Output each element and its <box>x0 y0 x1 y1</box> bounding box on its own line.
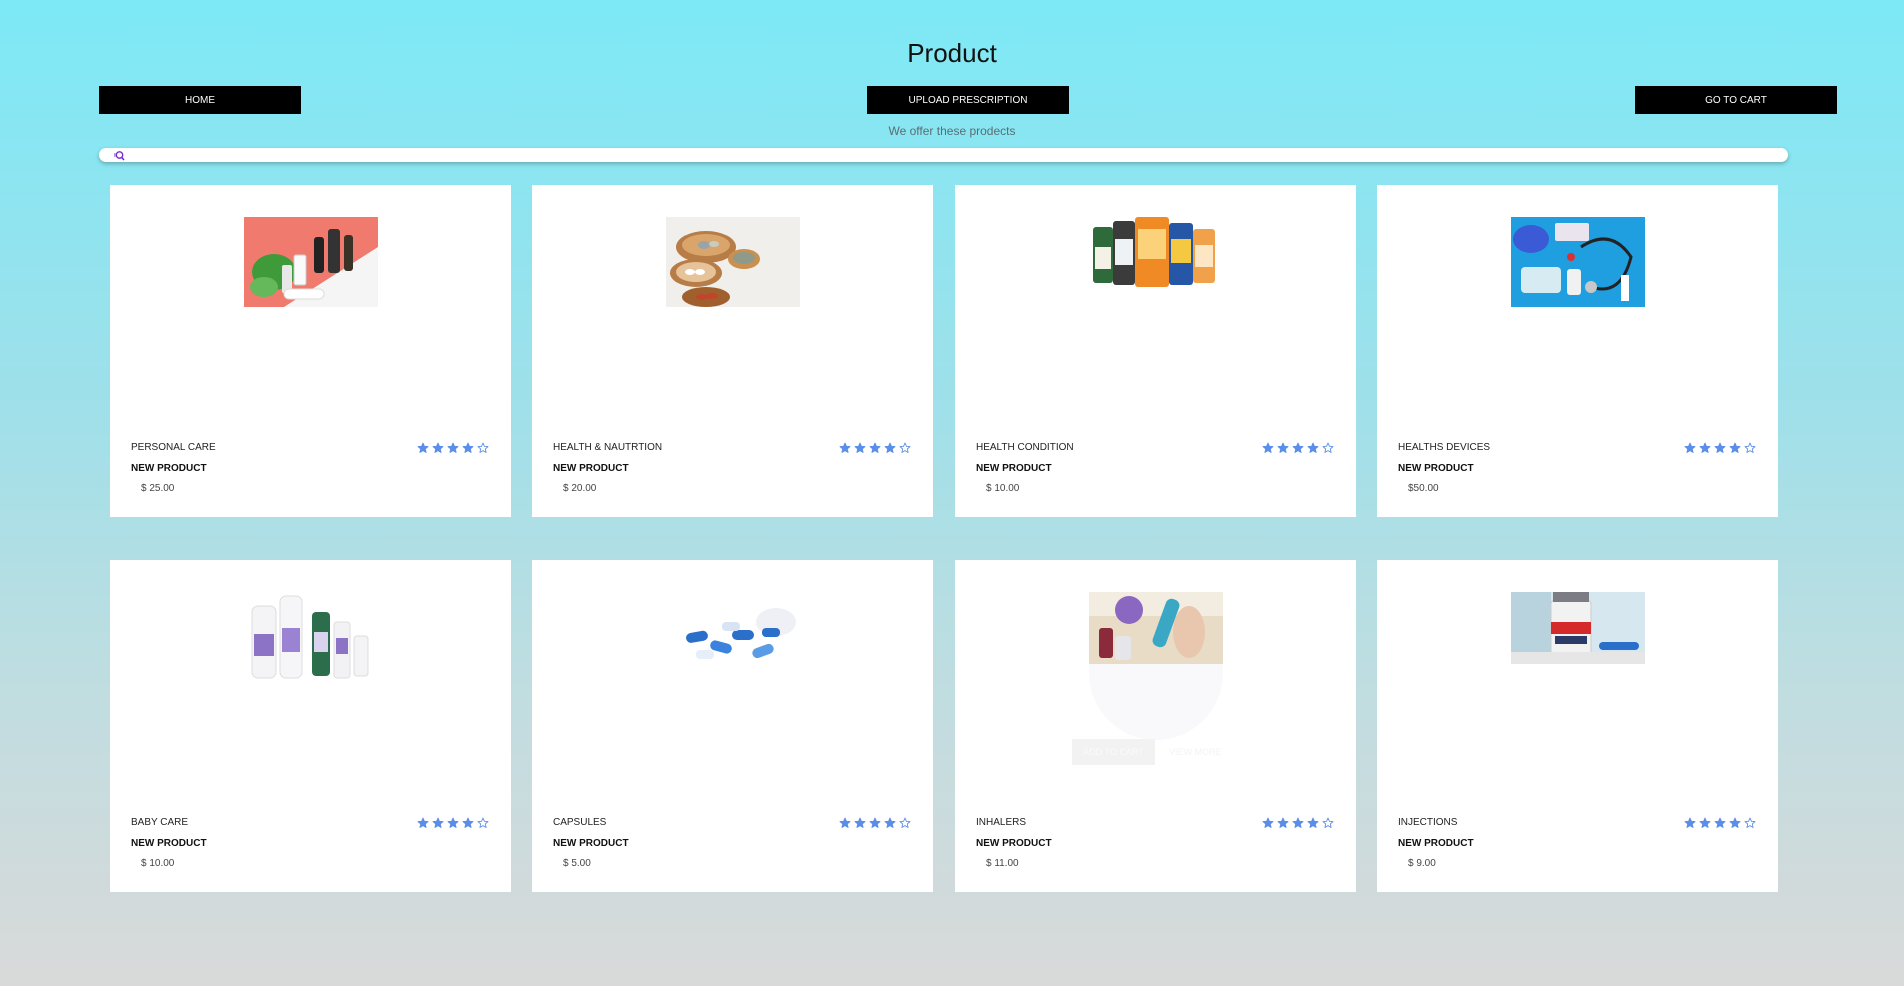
product-image <box>1510 592 1645 664</box>
new-product-badge: NEW PRODUCT <box>553 463 629 474</box>
star-filled-icon <box>854 816 866 828</box>
new-product-badge: NEW PRODUCT <box>553 838 629 849</box>
star-empty-icon <box>1744 441 1756 453</box>
product-name: HEALTHS DEVICES <box>1398 442 1491 453</box>
star-filled-icon <box>462 816 474 828</box>
product-name: INJECTIONS <box>1398 817 1458 828</box>
star-filled-icon <box>1729 816 1741 828</box>
product-image <box>1088 592 1223 664</box>
star-filled-icon <box>1307 441 1319 453</box>
product-name: INHALERS <box>976 817 1027 828</box>
product-price: $ 5.00 <box>563 858 591 869</box>
search-icon <box>113 149 125 161</box>
star-filled-icon <box>869 441 881 453</box>
product-image <box>1088 217 1223 307</box>
star-filled-icon <box>1262 816 1274 828</box>
search-input[interactable] <box>129 149 1788 161</box>
product-card[interactable]: HEALTH & NAUTRTION NEW PRODUCT $ 20.00 <box>532 185 933 517</box>
new-product-badge: NEW PRODUCT <box>976 463 1052 474</box>
product-price: $50.00 <box>1408 483 1439 494</box>
star-filled-icon <box>417 816 429 828</box>
star-filled-icon <box>432 441 444 453</box>
home-button[interactable]: HOME <box>99 86 301 114</box>
rating-stars <box>1684 441 1756 453</box>
product-card[interactable]: PERSONAL CARE NEW PRODUCT $ 25.00 <box>110 185 511 517</box>
view-more-link[interactable]: VIEW MORE <box>1169 747 1222 757</box>
go-to-cart-button[interactable]: GO TO CART <box>1635 86 1837 114</box>
star-filled-icon <box>1684 816 1696 828</box>
product-price: $ 10.00 <box>986 483 1020 494</box>
new-product-badge: NEW PRODUCT <box>131 463 207 474</box>
product-card[interactable]: HEALTH CONDITION NEW PRODUCT $ 10.00 <box>955 185 1356 517</box>
product-image <box>665 592 800 682</box>
star-empty-icon <box>899 816 911 828</box>
star-empty-icon <box>477 441 489 453</box>
star-filled-icon <box>1307 816 1319 828</box>
star-filled-icon <box>1699 816 1711 828</box>
product-card[interactable]: BABY CARE NEW PRODUCT $ 10.00 <box>110 560 511 892</box>
add-to-cart-button[interactable]: ADD TO CART <box>1072 739 1155 765</box>
star-empty-icon <box>1322 441 1334 453</box>
star-filled-icon <box>447 441 459 453</box>
star-filled-icon <box>839 441 851 453</box>
product-card[interactable]: ADD TO CART VIEW MORE INHALERS NEW PRODU… <box>955 560 1356 892</box>
star-filled-icon <box>417 441 429 453</box>
star-empty-icon <box>899 441 911 453</box>
product-card[interactable]: CAPSULES NEW PRODUCT $ 5.00 <box>532 560 933 892</box>
star-filled-icon <box>1714 441 1726 453</box>
rating-stars <box>1262 441 1334 453</box>
product-name: HEALTH CONDITION <box>976 442 1074 453</box>
product-card[interactable]: INJECTIONS NEW PRODUCT $ 9.00 <box>1377 560 1778 892</box>
rating-stars <box>1684 816 1756 828</box>
star-filled-icon <box>1729 441 1741 453</box>
star-filled-icon <box>884 816 896 828</box>
star-empty-icon <box>477 816 489 828</box>
star-empty-icon <box>1744 816 1756 828</box>
rating-stars <box>417 441 489 453</box>
new-product-badge: NEW PRODUCT <box>1398 838 1474 849</box>
product-image <box>1510 217 1645 307</box>
star-filled-icon <box>1684 441 1696 453</box>
rating-stars <box>839 441 911 453</box>
star-filled-icon <box>1699 441 1711 453</box>
star-filled-icon <box>854 441 866 453</box>
product-name: PERSONAL CARE <box>131 442 216 453</box>
star-empty-icon <box>1322 816 1334 828</box>
product-price: $ 11.00 <box>986 858 1019 869</box>
product-price: $ 10.00 <box>141 858 175 869</box>
star-filled-icon <box>1714 816 1726 828</box>
new-product-badge: NEW PRODUCT <box>1398 463 1474 474</box>
new-product-badge: NEW PRODUCT <box>131 838 207 849</box>
product-image <box>665 217 800 307</box>
star-filled-icon <box>1277 816 1289 828</box>
product-image <box>243 592 378 682</box>
rating-stars <box>417 816 489 828</box>
product-card[interactable]: HEALTHS DEVICES NEW PRODUCT $50.00 <box>1377 185 1778 517</box>
new-product-badge: NEW PRODUCT <box>976 838 1052 849</box>
page-title: Product <box>907 38 997 68</box>
star-filled-icon <box>447 816 459 828</box>
star-filled-icon <box>1292 816 1304 828</box>
page-subtitle: We offer these prodects <box>888 124 1016 138</box>
rating-stars <box>1262 816 1334 828</box>
search-bar[interactable] <box>99 148 1788 162</box>
star-filled-icon <box>462 441 474 453</box>
product-name: CAPSULES <box>553 817 607 828</box>
product-name: HEALTH & NAUTRTION <box>553 442 663 453</box>
product-price: $ 20.00 <box>563 483 597 494</box>
upload-prescription-button[interactable]: UPLOAD PRESCRIPTION <box>867 86 1069 114</box>
star-filled-icon <box>839 816 851 828</box>
rating-stars <box>839 816 911 828</box>
star-filled-icon <box>884 441 896 453</box>
product-price: $ 9.00 <box>1408 858 1436 869</box>
product-image <box>243 217 378 307</box>
star-filled-icon <box>432 816 444 828</box>
star-filled-icon <box>1292 441 1304 453</box>
star-filled-icon <box>1277 441 1289 453</box>
star-filled-icon <box>869 816 881 828</box>
product-price: $ 25.00 <box>141 483 175 494</box>
star-filled-icon <box>1262 441 1274 453</box>
product-name: BABY CARE <box>131 817 189 828</box>
